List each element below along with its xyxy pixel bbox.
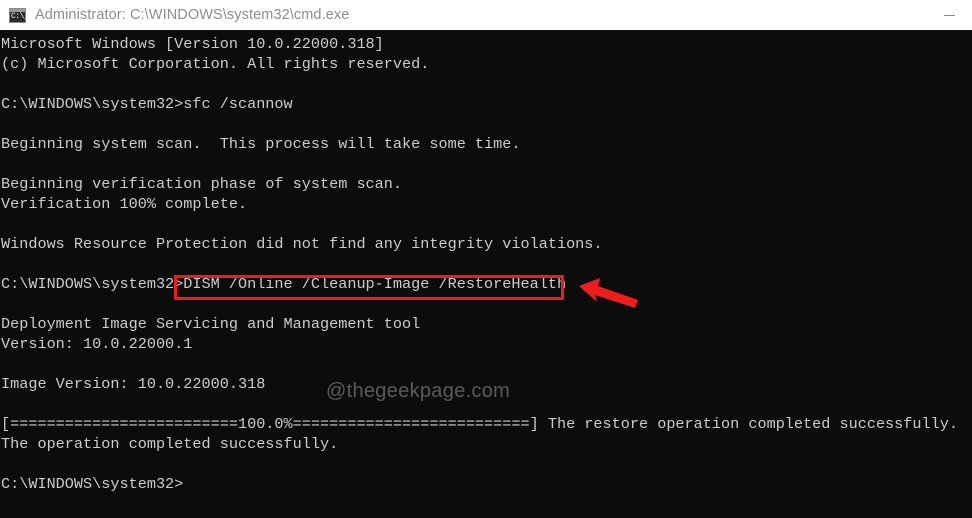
minimize-button[interactable] (927, 0, 972, 30)
console-line: Windows Resource Protection did not find… (1, 235, 603, 253)
console-line: Image Version: 10.0.22000.318 (1, 375, 266, 393)
cmd-icon-prompt-glyph: C:\_ (11, 11, 25, 21)
window-title: Administrator: C:\WINDOWS\system32\cmd.e… (35, 7, 350, 23)
console-line: Version: 10.0.22000.1 (1, 335, 193, 353)
console-line: C:\WINDOWS\system32>sfc /scannow (1, 95, 293, 113)
console-line: C:\WINDOWS\system32>DISM /Online /Cleanu… (1, 275, 567, 293)
cmd-window: C:\_ Administrator: C:\WINDOWS\system32\… (0, 0, 972, 518)
console-line: Microsoft Windows [Version 10.0.22000.31… (1, 35, 384, 53)
console-line: The operation completed successfully. (1, 435, 339, 453)
console-line: Deployment Image Servicing and Managemen… (1, 315, 421, 333)
console-line: C:\WINDOWS\system32> (1, 475, 184, 493)
console-line: Verification 100% complete. (1, 195, 248, 213)
title-bar[interactable]: C:\_ Administrator: C:\WINDOWS\system32\… (0, 0, 972, 30)
window-controls (927, 0, 972, 30)
console-line: Beginning system scan. This process will… (1, 135, 521, 153)
title-bar-left-group: C:\_ Administrator: C:\WINDOWS\system32\… (0, 7, 349, 23)
console-line: (c) Microsoft Corporation. All rights re… (1, 55, 430, 73)
cmd-console-icon: C:\_ (9, 7, 26, 23)
console-line: Beginning verification phase of system s… (1, 175, 403, 193)
console-line: [=========================100.0%========… (1, 415, 958, 433)
minimize-icon (944, 14, 955, 16)
console-output[interactable]: Microsoft Windows [Version 10.0.22000.31… (0, 30, 972, 518)
